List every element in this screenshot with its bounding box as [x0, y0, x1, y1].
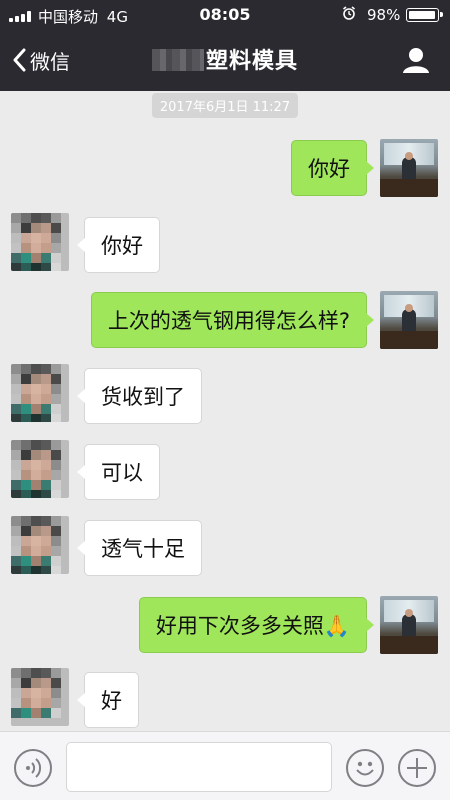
contact-avatar[interactable] [11, 213, 69, 271]
top-bar: 中国移动 4G 08:05 98% 微信 塑料模具 [0, 0, 450, 91]
message-bubble-outgoing[interactable]: 你好 [291, 140, 374, 196]
contact-avatar[interactable] [11, 364, 69, 422]
message-bubble-outgoing[interactable]: 上次的透气钢用得怎么样? [90, 292, 375, 348]
message-input[interactable] [66, 742, 332, 792]
timestamp-label: 2017年6月1日 11:27 [151, 93, 299, 118]
alarm-icon [343, 6, 355, 20]
emoji-button[interactable] [346, 749, 384, 787]
contact-avatar[interactable] [11, 516, 69, 574]
self-avatar[interactable] [380, 291, 438, 349]
nav-bar: 微信 塑料模具 [0, 30, 450, 91]
voice-icon [26, 758, 42, 778]
smiley-icon [356, 761, 374, 776]
message-bubble-incoming[interactable]: 可以 [77, 444, 160, 500]
message-bubble-incoming[interactable]: 透气十足 [77, 520, 202, 576]
message-timestamp: 2017年6月1日 11:27 [0, 93, 450, 118]
redacted-name-block [151, 49, 204, 71]
chat-title-text: 塑料模具 [205, 49, 298, 74]
battery-percentage: 98% [367, 6, 401, 24]
plus-icon [407, 758, 427, 778]
message-bubble-incoming[interactable]: 货收到了 [77, 368, 202, 424]
voice-button[interactable] [14, 749, 52, 787]
self-avatar[interactable] [380, 596, 438, 654]
battery-icon [406, 8, 443, 22]
message-bubble-outgoing[interactable]: 好用下次多多关照🙏 [138, 597, 375, 653]
message-bubble-incoming[interactable]: 好 [77, 672, 139, 728]
contact-avatar[interactable] [11, 668, 69, 726]
status-bar: 中国移动 4G 08:05 98% [0, 0, 450, 30]
more-button[interactable] [398, 749, 436, 787]
input-bar [0, 731, 450, 800]
self-avatar[interactable] [380, 139, 438, 197]
message-bubble-incoming[interactable]: 你好 [77, 217, 160, 273]
contact-avatar[interactable] [11, 440, 69, 498]
profile-icon[interactable] [402, 46, 430, 74]
chat-title: 塑料模具 [0, 43, 450, 75]
